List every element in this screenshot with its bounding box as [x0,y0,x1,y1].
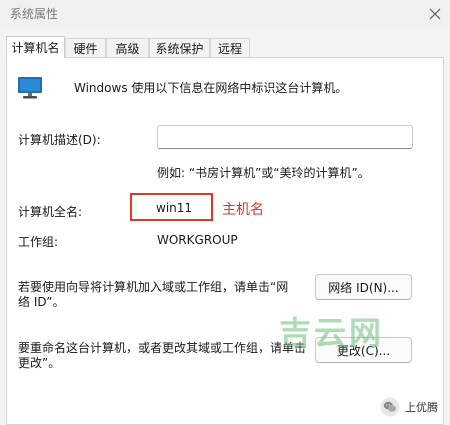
tab-remote[interactable]: 远程 [210,38,250,58]
rename-instruction-line2: 更改”。 [18,356,61,370]
intro-text: Windows 使用以下信息在网络中标识这台计算机。 [74,81,348,95]
network-instruction-line2: 络 ID”。 [18,295,65,309]
wechat-account: 上优腾 [380,397,438,417]
watermark: 吉云网 [279,314,385,352]
description-example: 例如: “书房计算机”或“美玲的计算机”。 [157,166,370,180]
wechat-icon [380,397,400,417]
close-button[interactable] [420,0,450,28]
workgroup-label: 工作组: [18,235,59,249]
title-bar: 系统属性 [0,0,450,28]
tab-strip: 计算机名 硬件 高级 系统保护 远程 [6,36,250,58]
monitor-icon [18,77,42,99]
window-title: 系统属性 [10,7,59,21]
fullname-annotation: 主机名 [222,202,264,218]
tab-computer-name[interactable]: 计算机名 [6,36,65,58]
tab-hardware[interactable]: 硬件 [65,38,106,58]
tab-system-protection[interactable]: 系统保护 [149,38,210,58]
tab-advanced[interactable]: 高级 [106,38,149,58]
close-icon [429,8,441,20]
description-label: 计算机描述(D): [18,133,101,147]
fullname-label: 计算机全名: [18,205,83,219]
wechat-account-name: 上优腾 [405,401,438,414]
fullname-value: win11 [156,201,193,215]
rename-instruction-line1: 要重命名这台计算机，或者更改其域或工作组，请单击 [18,341,307,355]
description-field[interactable] [157,125,413,149]
workgroup-value: WORKGROUP [157,233,238,247]
network-id-button[interactable]: 网络 ID(N)... [315,274,412,300]
